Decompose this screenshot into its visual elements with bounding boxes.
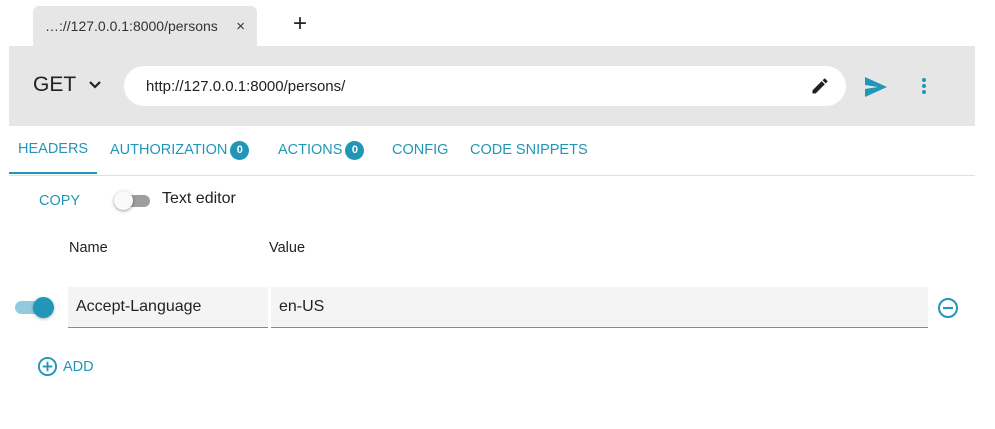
tab-headers[interactable]: HEADERS [9, 126, 98, 174]
header-value-text: en-US [279, 298, 325, 315]
remove-header-button[interactable] [937, 297, 959, 319]
send-icon [864, 76, 888, 98]
toggle-thumb [33, 297, 54, 318]
tab-code-snippets[interactable]: CODE SNIPPETS [470, 126, 588, 174]
tab-close-icon[interactable]: × [236, 19, 245, 34]
more-options-button[interactable] [917, 76, 931, 96]
column-header-value: Value [269, 240, 306, 256]
header-value-input[interactable]: en-US [271, 287, 928, 328]
add-circle-icon [37, 356, 58, 377]
remove-circle-icon [937, 297, 959, 319]
add-header-button[interactable]: ADD [37, 356, 94, 377]
copy-button[interactable]: COPY [39, 193, 80, 209]
tab-config[interactable]: CONFIG [392, 126, 448, 174]
tab-actions[interactable]: ACTIONS 0 [278, 126, 365, 174]
tab-label: HEADERS [18, 141, 89, 157]
header-enabled-toggle[interactable] [15, 296, 55, 318]
add-label: ADD [63, 358, 94, 375]
count-badge: 0 [345, 140, 365, 160]
text-editor-toggle[interactable] [114, 190, 152, 210]
browser-tab-bar: …://127.0.0.1:8000/persons × + [0, 0, 995, 46]
send-button[interactable] [864, 76, 888, 98]
header-name-input[interactable]: Accept-Language [68, 287, 268, 328]
new-tab-button[interactable]: + [293, 12, 307, 36]
request-bar: GET http://127.0.0.1:8000/persons/ [9, 46, 975, 126]
toggle-thumb [114, 191, 133, 210]
url-input[interactable]: http://127.0.0.1:8000/persons/ [124, 66, 846, 106]
chevron-down-icon [88, 80, 102, 90]
tab-label: CONFIG [392, 142, 449, 158]
request-tabs: HEADERS AUTHORIZATION 0 ACTIONS 0 CONFIG… [9, 126, 975, 176]
url-text: http://127.0.0.1:8000/persons/ [146, 77, 346, 95]
text-editor-label: Text editor [162, 190, 236, 207]
more-vert-icon [917, 76, 931, 96]
header-name-text: Accept-Language [76, 298, 202, 315]
column-header-name: Name [69, 240, 108, 256]
tab-label: CODE SNIPPETS [470, 142, 588, 158]
method-label: GET [33, 73, 77, 96]
method-select[interactable]: GET [33, 73, 102, 97]
tab-label: AUTHORIZATION [110, 142, 228, 158]
browser-tab-title: …://127.0.0.1:8000/persons [45, 18, 218, 34]
tab-authorization[interactable]: AUTHORIZATION 0 [110, 126, 250, 174]
tab-label: ACTIONS [278, 142, 343, 158]
browser-tab[interactable]: …://127.0.0.1:8000/persons × [33, 6, 257, 46]
pencil-icon[interactable] [810, 76, 830, 96]
count-badge: 0 [230, 140, 250, 160]
